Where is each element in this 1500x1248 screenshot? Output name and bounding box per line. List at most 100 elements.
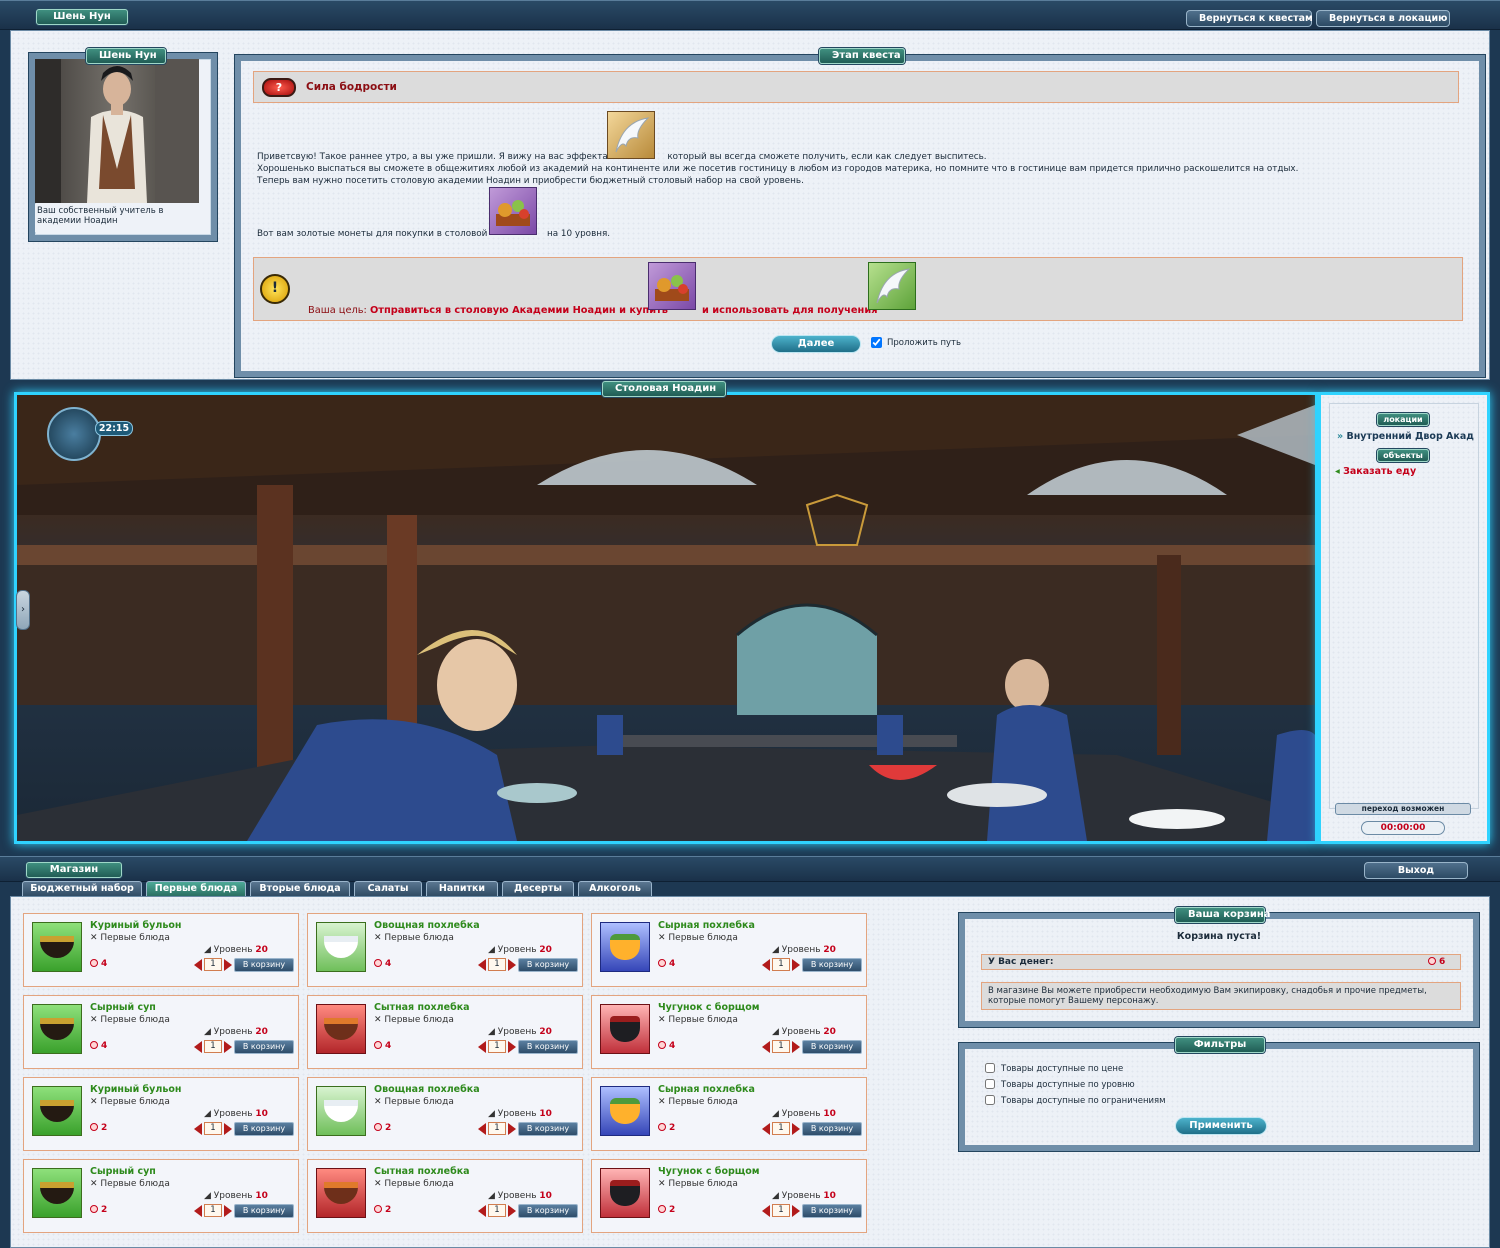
decrease-arrow-icon[interactable] (478, 1123, 486, 1135)
increase-arrow-icon[interactable] (508, 959, 516, 971)
item-name[interactable]: Овощная похлебка (374, 920, 480, 931)
item-level-value: 10 (539, 1109, 552, 1119)
tab-alcohol[interactable]: Алкоголь (578, 881, 652, 896)
increase-arrow-icon[interactable] (792, 1205, 800, 1217)
filter-restrictions-checkbox[interactable] (985, 1095, 995, 1105)
add-to-cart-button[interactable]: В корзину (234, 1204, 294, 1218)
food-borscht-icon[interactable] (600, 1004, 650, 1054)
increase-arrow-icon[interactable] (224, 1123, 232, 1135)
add-to-cart-button[interactable]: В корзину (518, 1040, 578, 1054)
item-name[interactable]: Куриный бульон (90, 920, 181, 931)
quantity-value[interactable]: 1 (204, 1040, 222, 1053)
order-food-link[interactable]: ◂ Заказать еду (1335, 466, 1416, 477)
item-name[interactable]: Сырный суп (90, 1002, 156, 1013)
quantity-value[interactable]: 1 (772, 1204, 790, 1217)
increase-arrow-icon[interactable] (792, 1123, 800, 1135)
add-to-cart-button[interactable]: В корзину (234, 1040, 294, 1054)
back-to-location-button[interactable]: Вернуться в локацию (1316, 10, 1450, 27)
quantity-value[interactable]: 1 (204, 1122, 222, 1135)
quantity-value[interactable]: 1 (488, 958, 506, 971)
quantity-value[interactable]: 1 (488, 1040, 506, 1053)
food-vegetable-icon[interactable] (316, 1086, 366, 1136)
decrease-arrow-icon[interactable] (762, 1041, 770, 1053)
tab-desserts[interactable]: Десерты (502, 881, 574, 896)
add-to-cart-button[interactable]: В корзину (802, 1040, 862, 1054)
tab-drinks[interactable]: Напитки (426, 881, 498, 896)
quantity-value[interactable]: 1 (204, 958, 222, 971)
item-name[interactable]: Чугунок с борщом (658, 1002, 760, 1013)
increase-arrow-icon[interactable] (224, 1041, 232, 1053)
goal-wing-icon[interactable] (868, 262, 916, 310)
decrease-arrow-icon[interactable] (194, 1041, 202, 1053)
quantity-value[interactable]: 1 (772, 1122, 790, 1135)
quantity-value[interactable]: 1 (488, 1204, 506, 1217)
decrease-arrow-icon[interactable] (478, 1041, 486, 1053)
add-to-cart-button[interactable]: В корзину (234, 958, 294, 972)
tab-second-courses[interactable]: Вторые блюда (250, 881, 350, 896)
increase-arrow-icon[interactable] (508, 1041, 516, 1053)
item-category: ✕ Первые блюда (374, 1179, 454, 1189)
food-chicken-icon[interactable] (32, 922, 82, 972)
food-vegetable-icon[interactable] (316, 922, 366, 972)
add-to-cart-button[interactable]: В корзину (802, 1204, 862, 1218)
add-to-cart-button[interactable]: В корзину (518, 958, 578, 972)
decrease-arrow-icon[interactable] (194, 1205, 202, 1217)
item-name[interactable]: Сытная похлебка (374, 1166, 470, 1177)
increase-arrow-icon[interactable] (508, 1123, 516, 1135)
food-chicken-icon[interactable] (32, 1086, 82, 1136)
increase-arrow-icon[interactable] (508, 1205, 516, 1217)
shop-exit-button[interactable]: Выход (1364, 862, 1468, 879)
decrease-arrow-icon[interactable] (478, 1205, 486, 1217)
tab-salads[interactable]: Салаты (354, 881, 422, 896)
item-level: ◢ Уровень 10 (772, 1191, 836, 1201)
decrease-arrow-icon[interactable] (762, 1205, 770, 1217)
food-hearty-icon[interactable] (316, 1004, 366, 1054)
food-chicken-icon[interactable] (32, 1004, 82, 1054)
decrease-arrow-icon[interactable] (194, 959, 202, 971)
side-collapse-handle[interactable]: › (16, 590, 30, 630)
next-button[interactable]: Далее (771, 335, 861, 353)
increase-arrow-icon[interactable] (224, 959, 232, 971)
location-scene[interactable]: 22:15 (17, 395, 1315, 841)
item-name[interactable]: Овощная похлебка (374, 1084, 480, 1095)
location-link[interactable]: » Внутренний Двор Акад (1337, 431, 1474, 442)
quantity-value[interactable]: 1 (204, 1204, 222, 1217)
item-name[interactable]: Сытная похлебка (374, 1002, 470, 1013)
food-cheese-icon[interactable] (600, 1086, 650, 1136)
decrease-arrow-icon[interactable] (478, 959, 486, 971)
filter-level-checkbox[interactable] (985, 1079, 995, 1089)
add-to-cart-button[interactable]: В корзину (234, 1122, 294, 1136)
add-to-cart-button[interactable]: В корзину (802, 1122, 862, 1136)
add-to-cart-button[interactable]: В корзину (802, 958, 862, 972)
decrease-arrow-icon[interactable] (762, 1123, 770, 1135)
back-to-quests-button[interactable]: Вернуться к квестам (1186, 10, 1313, 27)
decrease-arrow-icon[interactable] (194, 1123, 202, 1135)
food-set-icon[interactable] (489, 187, 537, 235)
item-name[interactable]: Куриный бульон (90, 1084, 181, 1095)
add-to-cart-button[interactable]: В корзину (518, 1122, 578, 1136)
quantity-value[interactable]: 1 (488, 1122, 506, 1135)
increase-arrow-icon[interactable] (792, 1041, 800, 1053)
food-chicken-icon[interactable] (32, 1168, 82, 1218)
item-category-label: Первые блюда (100, 1097, 170, 1107)
item-name[interactable]: Сырная похлебка (658, 1084, 755, 1095)
route-checkbox[interactable] (871, 337, 882, 348)
item-name[interactable]: Сырная похлебка (658, 920, 755, 931)
increase-arrow-icon[interactable] (792, 959, 800, 971)
tab-first-courses[interactable]: Первые блюда (146, 881, 246, 896)
item-name[interactable]: Чугунок с борщом (658, 1166, 760, 1177)
tab-budget-set[interactable]: Бюджетный набор (22, 881, 142, 896)
goal-food-set-icon[interactable] (648, 262, 696, 310)
quantity-value[interactable]: 1 (772, 1040, 790, 1053)
food-cheese-icon[interactable] (600, 922, 650, 972)
item-name[interactable]: Сырный суп (90, 1166, 156, 1177)
cart-money-value: 6 (1439, 957, 1446, 967)
apply-filters-button[interactable]: Применить (1175, 1117, 1267, 1135)
filter-price-checkbox[interactable] (985, 1063, 995, 1073)
increase-arrow-icon[interactable] (224, 1205, 232, 1217)
food-hearty-icon[interactable] (316, 1168, 366, 1218)
quantity-value[interactable]: 1 (772, 958, 790, 971)
food-borscht-icon[interactable] (600, 1168, 650, 1218)
decrease-arrow-icon[interactable] (762, 959, 770, 971)
add-to-cart-button[interactable]: В корзину (518, 1204, 578, 1218)
